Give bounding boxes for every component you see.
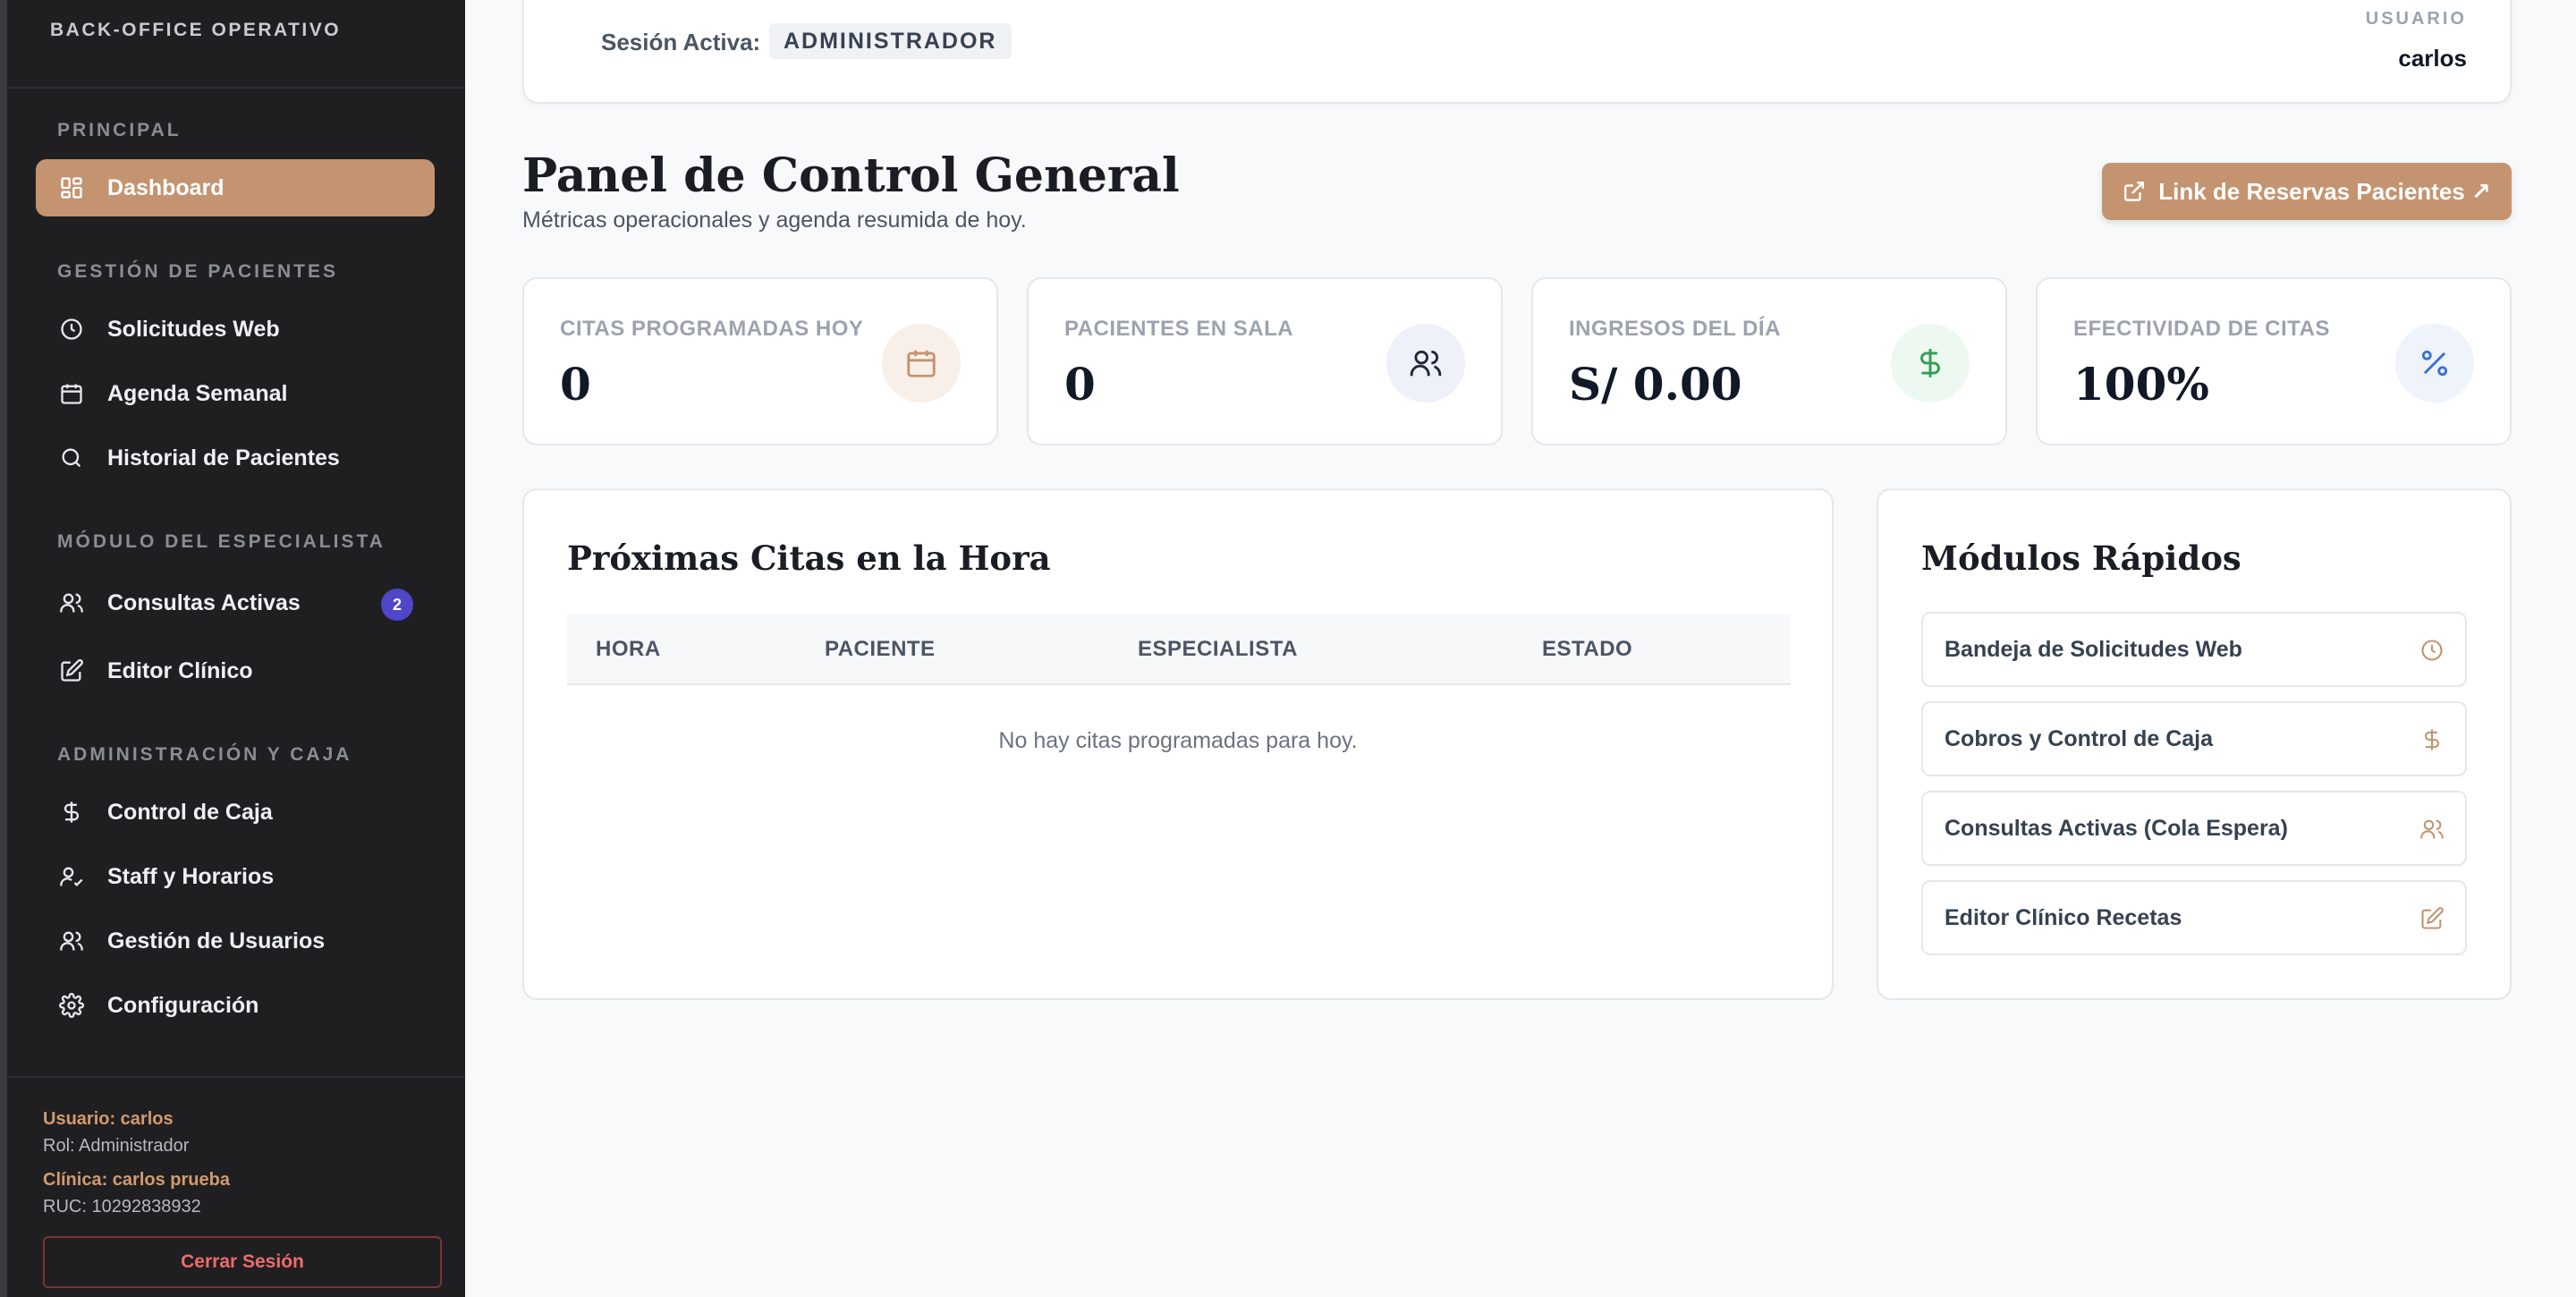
stat-value: S/ 0.00 xyxy=(1569,358,1742,411)
dollar-icon xyxy=(1891,324,1970,403)
stat-value: 100% xyxy=(2073,358,2209,411)
gear-icon xyxy=(57,991,86,1020)
section-modulo-especialista: MÓDULO DEL ESPECIALISTA xyxy=(57,531,386,552)
footer-clinic: Clínica: carlos prueba xyxy=(43,1170,230,1190)
appointments-title: Próximas Citas en la Hora xyxy=(567,538,1051,578)
sidebar-item-staff-horarios[interactable]: Staff y Horarios xyxy=(36,848,435,905)
users-icon xyxy=(2419,816,2445,843)
sidebar-item-label: Historial de Pacientes xyxy=(107,445,340,470)
dashboard-grid-icon xyxy=(57,174,86,202)
session-label: Sesión Activa: xyxy=(601,29,761,55)
percent-icon xyxy=(2395,324,2474,403)
section-principal: PRINCIPAL xyxy=(57,120,182,140)
session-bar: Sesión Activa: ADMINISTRADOR USUARIO car… xyxy=(522,0,2512,104)
edit-icon xyxy=(57,657,86,685)
stat-card-ingresos: INGRESOS DEL DÍA S/ 0.00 xyxy=(1531,277,2007,445)
quick-module-label: Editor Clínico Recetas xyxy=(1945,904,2182,930)
search-icon xyxy=(57,444,86,472)
logout-button[interactable]: Cerrar Sesión xyxy=(43,1236,442,1288)
quick-module-consultas[interactable]: Consultas Activas (Cola Espera) xyxy=(1921,791,2467,866)
sidebar-item-agenda-semanal[interactable]: Agenda Semanal xyxy=(36,365,435,422)
sidebar-item-label: Consultas Activas xyxy=(107,589,301,615)
calendar-icon xyxy=(882,324,961,403)
sidebar-item-label: Agenda Semanal xyxy=(107,380,288,406)
sidebar-item-label: Configuración xyxy=(107,992,259,1018)
sidebar-item-editor-clinico[interactable]: Editor Clínico xyxy=(36,642,435,699)
count-badge: 2 xyxy=(381,589,413,621)
sidebar-item-historial-pacientes[interactable]: Historial de Pacientes xyxy=(36,429,435,487)
stat-caption: PACIENTES EN SALA xyxy=(1064,317,1294,341)
sidebar-item-configuracion[interactable]: Configuración xyxy=(36,977,435,1034)
sidebar-item-label: Gestión de Usuarios xyxy=(107,928,326,954)
quick-module-label: Bandeja de Solicitudes Web xyxy=(1945,636,2242,662)
section-gestion-pacientes: GESTIÓN DE PACIENTES xyxy=(57,261,338,282)
stat-value: 0 xyxy=(560,358,591,411)
column-hora: HORA xyxy=(596,637,661,661)
clock-icon xyxy=(57,315,86,343)
user-name: carlos xyxy=(2398,45,2467,72)
column-estado: ESTADO xyxy=(1542,637,1633,661)
stat-card-citas: CITAS PROGRAMADAS HOY 0 xyxy=(522,277,998,445)
sidebar-item-label: Staff y Horarios xyxy=(107,863,275,889)
sidebar-item-gestion-usuarios[interactable]: Gestión de Usuarios xyxy=(36,912,435,970)
sidebar-item-control-caja[interactable]: Control de Caja xyxy=(36,784,435,841)
footer-role: Rol: Administrador xyxy=(43,1136,190,1156)
stat-value: 0 xyxy=(1064,358,1096,411)
page-subtitle: Métricas operacionales y agenda resumida… xyxy=(522,208,1027,233)
quick-module-solicitudes[interactable]: Bandeja de Solicitudes Web xyxy=(1921,612,2467,687)
sidebar: BACK-OFFICE OPERATIVO PRINCIPAL Dashboar… xyxy=(0,0,465,1297)
sidebar-item-label: Editor Clínico xyxy=(107,657,253,683)
section-administracion-caja: ADMINISTRACIÓN Y CAJA xyxy=(57,744,352,765)
stat-card-efectividad: EFECTIVIDAD DE CITAS 100% xyxy=(2036,277,2512,445)
appointments-card: Próximas Citas en la Hora HORA PACIENTE … xyxy=(522,488,1834,1000)
dollar-icon xyxy=(2419,726,2445,753)
sidebar-item-dashboard[interactable]: Dashboard xyxy=(36,159,435,216)
brand-title: BACK-OFFICE OPERATIVO xyxy=(50,20,342,40)
empty-state: No hay citas programadas para hoy. xyxy=(998,728,1358,753)
divider xyxy=(7,87,465,89)
user-check-icon xyxy=(57,862,86,891)
sidebar-item-solicitudes-web[interactable]: Solicitudes Web xyxy=(36,301,435,358)
stat-caption: EFECTIVIDAD DE CITAS xyxy=(2073,317,2330,341)
stat-caption: CITAS PROGRAMADAS HOY xyxy=(560,317,864,341)
quick-modules-title: Módulos Rápidos xyxy=(1921,538,2241,578)
users-icon xyxy=(57,589,86,617)
dollar-icon xyxy=(57,798,86,827)
user-caption: USUARIO xyxy=(2365,9,2467,29)
column-paciente: PACIENTE xyxy=(825,637,936,661)
column-especialista: ESPECIALISTA xyxy=(1138,637,1298,661)
footer-user: Usuario: carlos xyxy=(43,1109,174,1129)
appointments-table-header: HORA PACIENTE ESPECIALISTA ESTADO xyxy=(567,614,1791,685)
booking-link-button[interactable]: Link de Reservas Pacientes ↗ xyxy=(2102,163,2512,220)
divider xyxy=(7,1076,465,1078)
users-icon xyxy=(57,927,86,955)
stat-caption: INGRESOS DEL DÍA xyxy=(1569,317,1781,341)
sidebar-item-label: Dashboard xyxy=(107,174,225,200)
calendar-icon xyxy=(57,379,86,408)
sidebar-item-label: Solicitudes Web xyxy=(107,316,280,342)
quick-modules-card: Módulos Rápidos Bandeja de Solicitudes W… xyxy=(1877,488,2512,1000)
external-link-icon xyxy=(2123,180,2146,203)
stat-card-pacientes: PACIENTES EN SALA 0 xyxy=(1027,277,1503,445)
quick-module-label: Consultas Activas (Cola Espera) xyxy=(1945,815,2288,841)
sidebar-item-label: Control de Caja xyxy=(107,799,273,825)
session-role-badge: ADMINISTRADOR xyxy=(769,23,1012,59)
users-icon xyxy=(1386,324,1465,403)
quick-module-cobros[interactable]: Cobros y Control de Caja xyxy=(1921,701,2467,776)
clock-icon xyxy=(2419,637,2445,664)
footer-ruc: RUC: 10292838932 xyxy=(43,1197,201,1216)
edit-icon xyxy=(2419,905,2445,932)
page-title: Panel de Control General xyxy=(522,148,1180,203)
booking-link-label: Link de Reservas Pacientes ↗ xyxy=(2158,177,2491,205)
quick-module-editor[interactable]: Editor Clínico Recetas xyxy=(1921,880,2467,955)
quick-module-label: Cobros y Control de Caja xyxy=(1945,725,2214,751)
sidebar-item-consultas-activas[interactable]: Consultas Activas 2 xyxy=(36,574,435,632)
